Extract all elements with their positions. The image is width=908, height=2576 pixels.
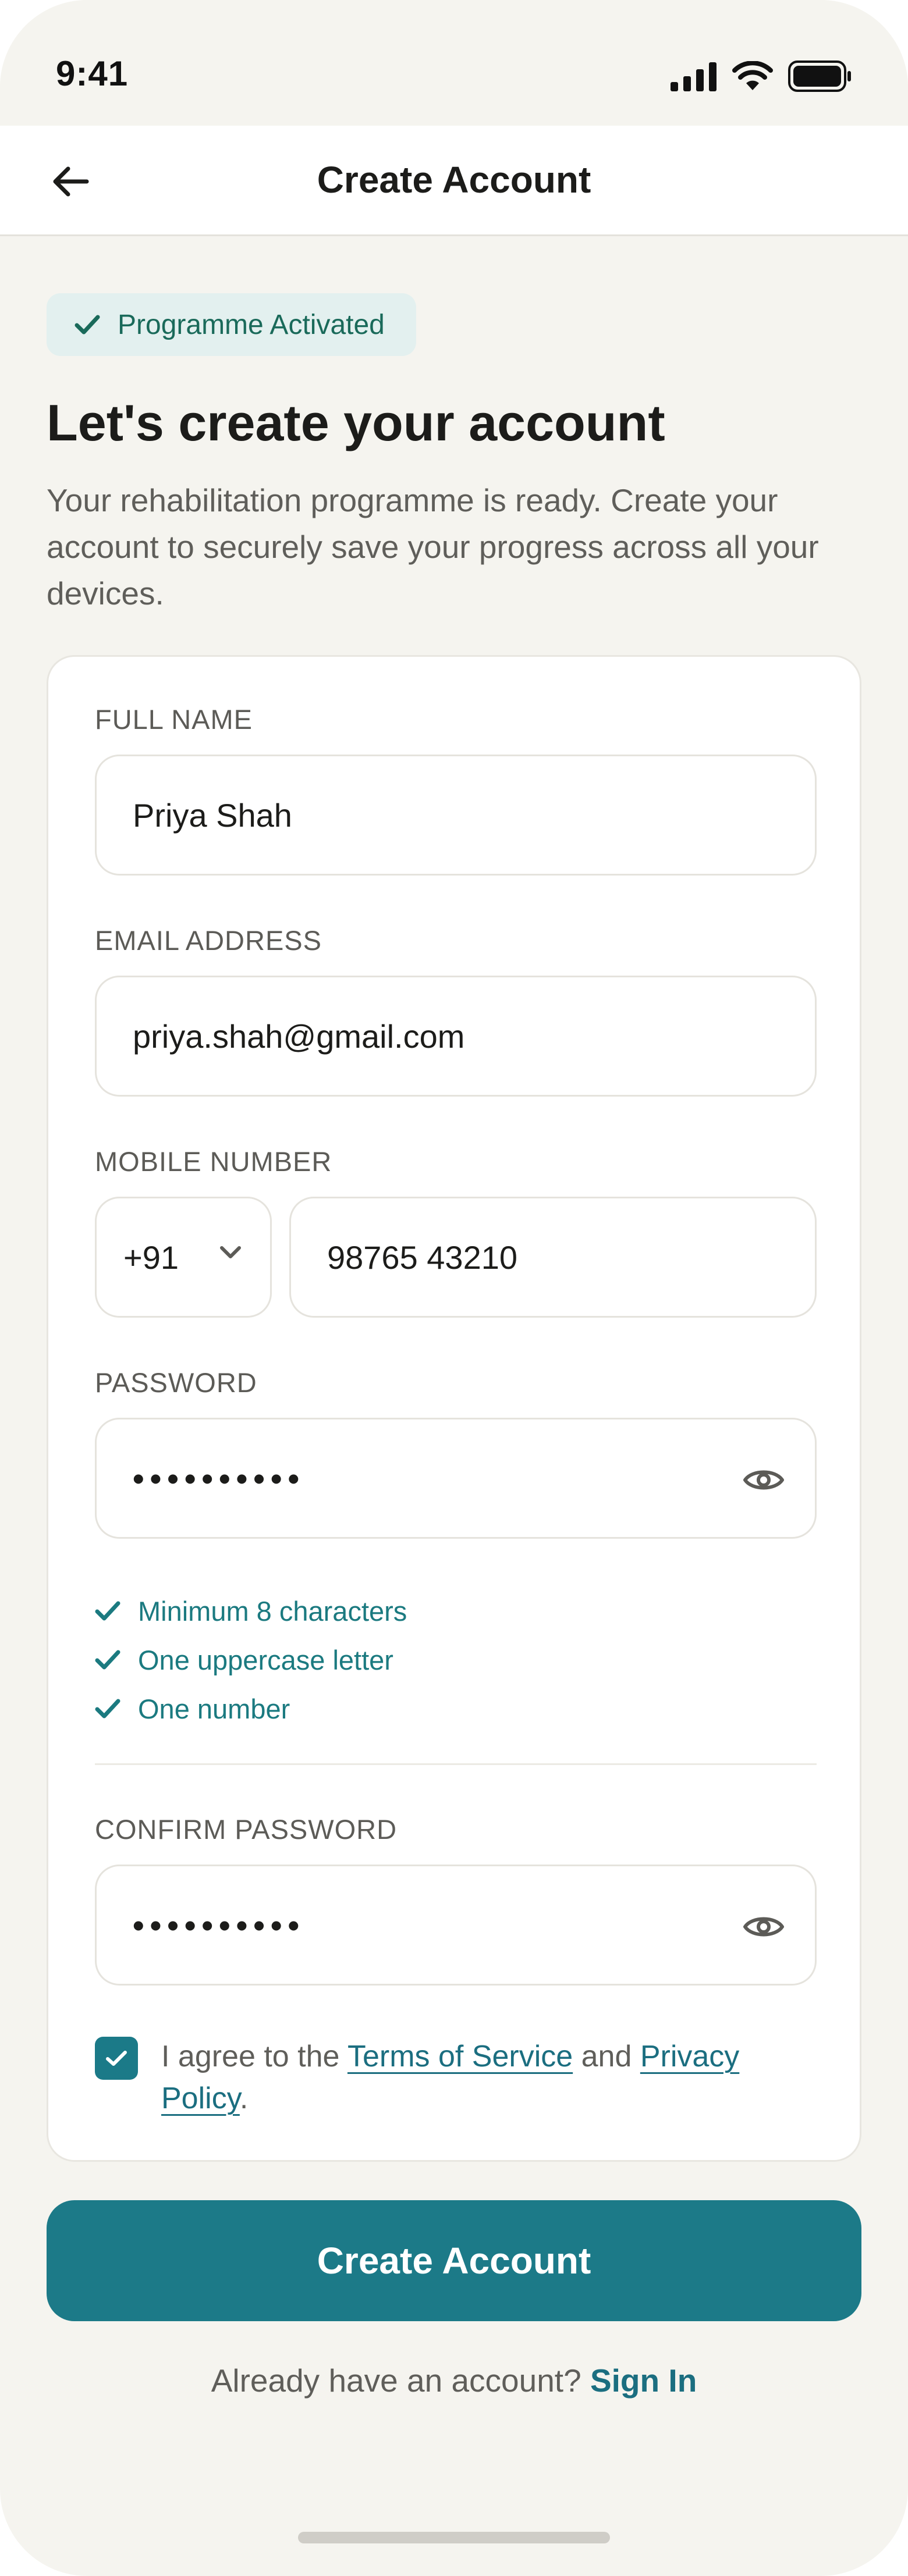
full-name-value: Priya Shah (133, 796, 292, 834)
full-name-field[interactable]: Priya Shah (95, 755, 817, 876)
check-icon (106, 2051, 127, 2066)
country-code-select[interactable]: +91 (95, 1197, 272, 1318)
mobile-number-value: 98765 43210 (327, 1239, 518, 1276)
toggle-confirm-password-visibility-button[interactable] (740, 1903, 787, 1950)
divider (95, 1763, 817, 1765)
signup-form-card: FULL NAME Priya Shah EMAIL ADDRESS priya… (47, 655, 861, 2162)
mobile-label: MOBILE NUMBER (95, 1146, 332, 1177)
terms-agreement: I agree to the Terms of Service and Priv… (95, 2036, 817, 2119)
email-field[interactable]: priya.shah@gmail.com (95, 976, 817, 1097)
chevron-down-icon (220, 1246, 241, 1258)
password-rule-item: One uppercase letter (95, 1635, 407, 1684)
password-rules: Minimum 8 characters One uppercase lette… (95, 1586, 407, 1733)
password-rule-text: One uppercase letter (138, 1644, 393, 1675)
signal-icon (671, 62, 717, 91)
wifi-icon (732, 61, 773, 90)
eye-icon (743, 1470, 784, 1490)
country-code-value: +91 (123, 1239, 179, 1276)
page-heading: Let's create your account (47, 394, 665, 451)
check-icon (95, 1699, 120, 1718)
create-account-button[interactable]: Create Account (47, 2200, 861, 2321)
mobile-number-field[interactable]: 98765 43210 (289, 1197, 817, 1318)
status-badge-label: Programme Activated (118, 309, 385, 340)
page-title: Create Account (317, 159, 591, 201)
password-rule-item: Minimum 8 characters (95, 1586, 407, 1635)
terms-agreement-text: I agree to the Terms of Service and Priv… (161, 2036, 817, 2119)
email-label: EMAIL ADDRESS (95, 925, 322, 956)
password-label: PASSWORD (95, 1367, 257, 1398)
password-value: •••••••••• (133, 1460, 306, 1497)
email-value: priya.shah@gmail.com (133, 1017, 465, 1055)
terms-middle: and (573, 2040, 640, 2073)
status-bar: 9:41 (0, 0, 908, 126)
home-indicator[interactable] (298, 2532, 610, 2543)
status-time: 9:41 (56, 54, 129, 93)
sign-in-link[interactable]: Sign In (590, 2362, 697, 2399)
check-icon (75, 315, 100, 335)
toggle-password-visibility-button[interactable] (740, 1457, 787, 1503)
sign-in-prompt: Already have an account? Sign In (0, 2362, 908, 2399)
terms-checkbox[interactable] (95, 2037, 138, 2080)
battery-icon (788, 61, 851, 92)
navigation-bar: Create Account (0, 126, 908, 236)
confirm-password-field[interactable]: •••••••••• (95, 1865, 817, 1986)
phone-screen: 9:41 Create Account Programme Activated … (0, 0, 908, 2576)
terms-of-service-link[interactable]: Terms of Service (347, 2040, 573, 2073)
eye-icon (743, 1917, 784, 1937)
terms-prefix: I agree to the (161, 2040, 347, 2073)
password-rule-text: One number (138, 1693, 290, 1724)
full-name-label: FULL NAME (95, 704, 253, 735)
status-icons (671, 61, 852, 92)
sign-in-prompt-text: Already have an account? (211, 2362, 590, 2399)
status-badge: Programme Activated (47, 293, 416, 356)
confirm-password-value: •••••••••• (133, 1906, 306, 1944)
password-rule-text: Minimum 8 characters (138, 1595, 407, 1627)
terms-suffix: . (239, 2082, 249, 2115)
check-icon (95, 1650, 120, 1670)
password-field[interactable]: •••••••••• (95, 1418, 817, 1539)
password-rule-item: One number (95, 1684, 407, 1733)
confirm-password-label: CONFIRM PASSWORD (95, 1814, 398, 1845)
page-description: Your rehabilitation programme is ready. … (47, 482, 819, 611)
check-icon (95, 1601, 120, 1621)
